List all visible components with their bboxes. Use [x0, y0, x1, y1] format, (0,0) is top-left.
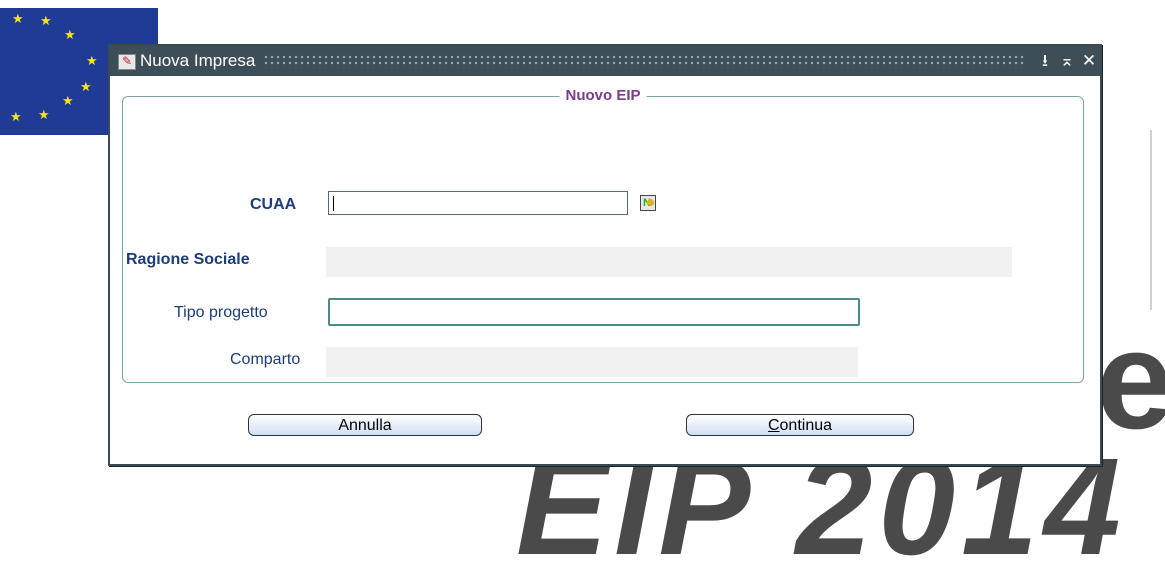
continua-button[interactable]: Continua — [686, 414, 914, 436]
ragione-sociale-label: Ragione Sociale — [126, 251, 250, 268]
comparto-field — [326, 347, 858, 377]
titlebar-grip — [263, 54, 1026, 68]
background-divider — [1150, 130, 1162, 310]
continua-mnemonic: C — [767, 417, 780, 434]
group-legend: Nuovo EIP — [559, 87, 647, 104]
continua-label: ontinua — [779, 417, 833, 434]
minimize-icon[interactable]: ⭳ — [1034, 51, 1056, 71]
forms-app-icon: ✎ — [116, 51, 138, 71]
dialog-window: ✎ Nuova Impresa ⭳ ⌅ ✕ Nuovo EIP CUAA N R… — [108, 44, 1102, 466]
comparto-label: Comparto — [230, 351, 301, 368]
restore-icon[interactable]: ⌅ — [1056, 51, 1078, 71]
background-letter: e — [1096, 301, 1165, 458]
window-title: Nuova Impresa — [140, 51, 256, 70]
annulla-button[interactable]: Annulla — [248, 414, 482, 436]
cuaa-label: CUAA — [250, 196, 297, 213]
tipo-progetto-input[interactable] — [328, 298, 860, 326]
nuovo-eip-group: Nuovo EIP — [122, 87, 1084, 383]
close-icon[interactable]: ✕ — [1078, 51, 1100, 71]
text-caret — [333, 196, 334, 211]
cuaa-input[interactable] — [328, 191, 628, 215]
list-of-values-icon[interactable]: N — [640, 195, 656, 211]
tipo-progetto-label: Tipo progetto — [174, 304, 268, 321]
ragione-sociale-field — [326, 247, 1012, 277]
window-titlebar[interactable]: ✎ Nuova Impresa ⭳ ⌅ ✕ — [110, 46, 1100, 76]
